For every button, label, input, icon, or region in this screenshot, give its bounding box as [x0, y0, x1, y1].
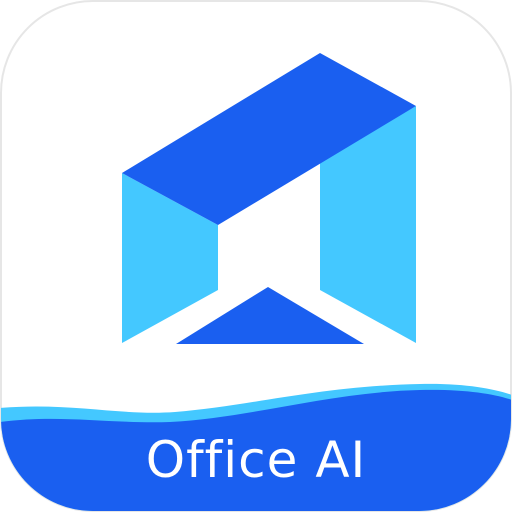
- app-name-label: Office AI: [145, 431, 367, 489]
- app-icon[interactable]: Office AI: [0, 0, 512, 512]
